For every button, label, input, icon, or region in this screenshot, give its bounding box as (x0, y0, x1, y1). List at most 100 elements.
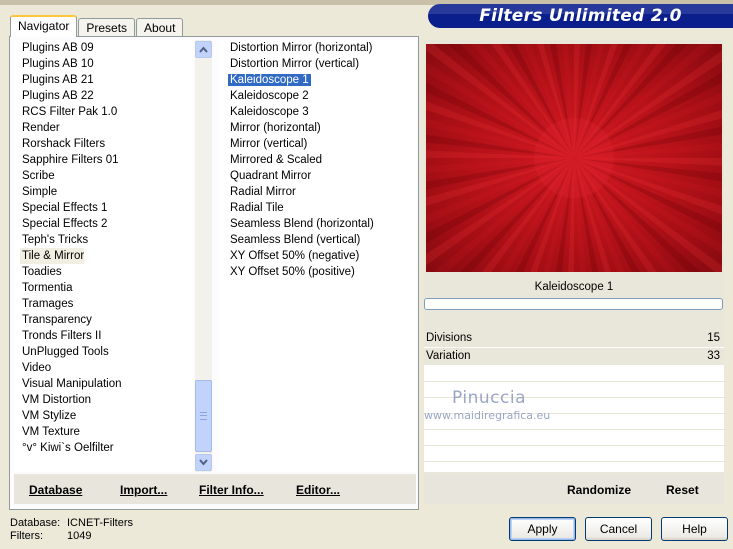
import-button[interactable]: Import... (120, 483, 167, 497)
category-list[interactable]: Plugins AB 09 Plugins AB 10 Plugins AB 21 P… (14, 40, 194, 472)
param-value: 15 (707, 332, 720, 344)
reset-button[interactable]: Reset (666, 483, 699, 497)
filter-item-label: Mirrored & Scaled (230, 154, 323, 166)
category-item[interactable]: Visual Manipulation (14, 376, 194, 392)
category-item-label: °v° Kiwi`s Oelfilter (22, 442, 114, 454)
category-item[interactable]: Teph's Tricks (14, 232, 194, 248)
param-slot-empty (424, 383, 724, 398)
preview-filter-name: Kaleidoscope 1 (534, 281, 614, 293)
filter-item-label: Mirror (horizontal) (230, 122, 321, 134)
category-item[interactable]: VM Distortion (14, 392, 194, 408)
filter-item-label: Seamless Blend (horizontal) (230, 218, 374, 230)
filter-list[interactable]: Distortion Mirror (horizontal) Distortion… (218, 40, 416, 472)
category-scrollbar[interactable] (195, 40, 212, 472)
filter-item[interactable]: Kaleidoscope 1 (218, 72, 416, 88)
category-item-label: Tramages (22, 298, 74, 310)
category-item-label: Transparency (22, 314, 92, 326)
category-item-label: RCS Filter Pak 1.0 (22, 106, 118, 118)
filter-item[interactable]: XY Offset 50% (positive) (218, 264, 416, 280)
category-item[interactable]: Scribe (14, 168, 194, 184)
tab-navigator[interactable]: Navigator (10, 15, 78, 37)
category-item-label: VM Distortion (22, 394, 92, 406)
filter-item[interactable]: Mirrored & Scaled (218, 152, 416, 168)
app-title: Filters Unlimited 2.0 (479, 6, 682, 26)
database-value: ICNET-Filters (67, 517, 133, 529)
filter-item[interactable]: Kaleidoscope 3 (218, 104, 416, 120)
param-label: Divisions (426, 332, 473, 344)
category-item-label: Scribe (22, 170, 55, 182)
category-item[interactable]: Tramages (14, 296, 194, 312)
filter-item[interactable]: Mirror (horizontal) (218, 120, 416, 136)
param-slot-empty (424, 447, 724, 462)
category-item[interactable]: Sapphire Filters 01 (14, 152, 194, 168)
category-item-label: UnPlugged Tools (22, 346, 109, 358)
category-item-label: Video (22, 362, 52, 374)
filter-item[interactable]: XY Offset 50% (negative) (218, 248, 416, 264)
filter-item[interactable]: Distortion Mirror (vertical) (218, 56, 416, 72)
navigator-action-bar: Database Import... Filter Info... Editor… (14, 474, 416, 504)
category-item-label: Rorshack Filters (22, 138, 106, 150)
filter-item[interactable]: Seamless Blend (horizontal) (218, 216, 416, 232)
filters-count: 1049 (67, 530, 92, 542)
editor-button[interactable]: Editor... (296, 483, 340, 497)
category-item[interactable]: Plugins AB 21 (14, 72, 194, 88)
filter-item[interactable]: Mirror (vertical) (218, 136, 416, 152)
category-item[interactable]: Plugins AB 10 (14, 56, 194, 72)
category-item[interactable]: Render (14, 120, 194, 136)
category-item[interactable]: Rorshack Filters (14, 136, 194, 152)
category-item[interactable]: Special Effects 1 (14, 200, 194, 216)
category-item[interactable]: Special Effects 2 (14, 216, 194, 232)
tab-presets[interactable]: Presets (78, 18, 136, 37)
kaleidoscope-center-glow (534, 118, 614, 198)
grip-icon (200, 412, 207, 420)
progress-bar (424, 298, 723, 310)
database-button[interactable]: Database (29, 483, 82, 497)
filter-item-label: Radial Mirror (230, 186, 296, 198)
filter-item-label: Kaleidoscope 1 (227, 73, 312, 87)
filter-item[interactable]: Distortion Mirror (horizontal) (218, 40, 416, 56)
filter-item-label: Seamless Blend (vertical) (230, 234, 361, 246)
category-item-label: Tronds Filters II (22, 330, 102, 342)
param-slot-empty (424, 431, 724, 446)
param-value: 33 (707, 350, 720, 362)
cancel-button[interactable]: Cancel (585, 517, 652, 541)
filter-info-button[interactable]: Filter Info... (199, 483, 264, 497)
filter-item[interactable]: Kaleidoscope 2 (218, 88, 416, 104)
title-banner: Filters Unlimited 2.0 (428, 4, 733, 28)
category-item[interactable]: Plugins AB 09 (14, 40, 194, 56)
category-item[interactable]: Simple (14, 184, 194, 200)
chevron-up-icon (199, 46, 208, 53)
category-item[interactable]: Video (14, 360, 194, 376)
tab-about[interactable]: About (136, 18, 184, 37)
filter-item[interactable]: Quadrant Mirror (218, 168, 416, 184)
filters-unlimited-window: Filters Unlimited 2.0 Navigator Presets … (0, 0, 733, 549)
category-item[interactable]: Tormentia (14, 280, 194, 296)
help-button[interactable]: Help (661, 517, 728, 541)
category-item[interactable]: VM Stylize (14, 408, 194, 424)
category-item-label: Plugins AB 09 (22, 42, 94, 54)
category-item[interactable]: Tronds Filters II (14, 328, 194, 344)
scroll-thumb[interactable] (195, 380, 212, 452)
category-item-label: Tile & Mirror (22, 250, 85, 262)
status-info: Database: ICNET-Filters Filters: 1049 (10, 517, 133, 543)
category-item[interactable]: RCS Filter Pak 1.0 (14, 104, 194, 120)
filter-item[interactable]: Radial Mirror (218, 184, 416, 200)
preview-action-bar: Randomize Reset (424, 474, 724, 504)
apply-button[interactable]: Apply (509, 517, 576, 541)
filter-item[interactable]: Radial Tile (218, 200, 416, 216)
database-label: Database: (10, 517, 61, 529)
filter-item-label: XY Offset 50% (positive) (230, 266, 355, 278)
category-item[interactable]: °v° Kiwi`s Oelfilter (14, 440, 194, 456)
scroll-up-button[interactable] (195, 41, 212, 58)
category-item[interactable]: Tile & Mirror (20, 248, 84, 264)
category-item[interactable]: VM Texture (14, 424, 194, 440)
category-item[interactable]: Transparency (14, 312, 194, 328)
scroll-down-button[interactable] (195, 454, 212, 471)
category-item[interactable]: UnPlugged Tools (14, 344, 194, 360)
filter-item[interactable]: Seamless Blend (vertical) (218, 232, 416, 248)
category-item[interactable]: Plugins AB 22 (14, 88, 194, 104)
randomize-button[interactable]: Randomize (567, 483, 631, 497)
param-row-variation[interactable]: Variation 33 (424, 348, 724, 366)
category-item[interactable]: Toadies (14, 264, 194, 280)
param-row-divisions[interactable]: Divisions 15 (424, 330, 724, 348)
